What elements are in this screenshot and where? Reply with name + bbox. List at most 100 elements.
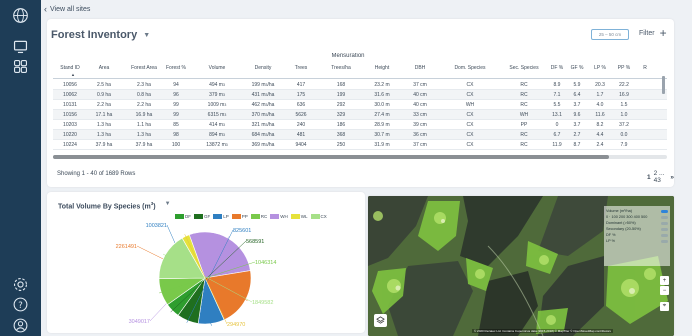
table-cell: 369 m 3/ha	[251, 142, 275, 148]
column-header[interactable]: Height	[365, 59, 399, 79]
map-layer-toggle[interactable]	[661, 233, 668, 237]
filter-label: Filter	[639, 29, 655, 37]
settings-icon[interactable]	[12, 276, 29, 293]
chevron-left-icon: ‹	[44, 4, 47, 14]
table-cell: 13.1	[552, 112, 562, 118]
svg-text:?: ?	[18, 301, 23, 311]
table-cell: 99	[173, 102, 179, 108]
compass-icon[interactable]: ⌖	[660, 302, 669, 311]
table-cell: 240	[296, 122, 306, 128]
table-cell: 175	[296, 92, 306, 98]
column-header[interactable]: Stand ID	[53, 59, 87, 79]
column-header[interactable]: Forest Area	[127, 59, 161, 79]
table-cell: 11.6	[595, 112, 605, 118]
table-cell: 10156	[63, 112, 77, 118]
table-cell: 40 cm	[413, 92, 427, 98]
unit-selector[interactable]: 25 – 50 cm	[591, 29, 629, 40]
column-header[interactable]: Forest %	[161, 59, 191, 79]
zoom-in-button[interactable]: +	[660, 276, 669, 285]
column-header[interactable]: Trees	[285, 59, 317, 79]
table-cell: 7.1	[553, 92, 561, 98]
table-cell: 8.2	[596, 122, 604, 128]
table-cell: 20.3	[595, 82, 605, 88]
filter-button[interactable]: Filter +	[639, 27, 667, 39]
grid-icon[interactable]	[12, 58, 29, 75]
column-header[interactable]: R	[637, 59, 653, 79]
pie-chart: 3049017 2261491 1003821 825601 568591 1046314…	[116, 223, 277, 328]
table-cell: 99	[173, 112, 179, 118]
table-cell: 1.1 ha	[137, 122, 151, 128]
back-link[interactable]: ‹ View all sites	[44, 4, 90, 14]
vertical-scrollbar[interactable]	[662, 76, 665, 94]
table-row[interactable]: 10131 2.2 ha 2.2 ha 99 1009 m 3 462 m 3/ha 636 29…	[53, 100, 667, 110]
map-layer-toggle[interactable]	[661, 227, 668, 231]
table-row[interactable]: 10224 37.9 ha 37.9 ha 100 13872 m 3 369 m 3/ha 9…	[53, 140, 667, 150]
sort-asc-icon[interactable]: ▲	[71, 72, 75, 77]
table-cell: RC	[520, 132, 528, 138]
column-header[interactable]: Sec. Species	[501, 59, 547, 79]
table-cell: 292	[336, 102, 346, 108]
help-icon[interactable]: ?	[12, 296, 29, 313]
globe-icon[interactable]	[12, 7, 29, 24]
table-cell: 39 cm	[413, 122, 427, 128]
table-cell: RC	[520, 102, 528, 108]
table-row[interactable]: 10220 1.3 ha 1.3 ha 98 894 m 3 684 m 3/ha 481 368…	[53, 130, 667, 140]
table-cell: PP	[520, 122, 528, 128]
column-header[interactable]: DBH	[403, 59, 437, 79]
table-cell: 2.2 ha	[97, 102, 111, 108]
map-layer-toggle[interactable]	[661, 215, 668, 219]
table-cell: 1009 m3	[207, 102, 227, 108]
table-cell: 414 m3	[209, 122, 225, 128]
column-header[interactable]: LP %	[589, 59, 611, 79]
page-links[interactable]: 2 ... 43	[654, 170, 668, 184]
table-cell: 94	[173, 82, 179, 88]
column-header[interactable]: Dom. Species	[445, 59, 495, 79]
pie-data-label: 825601	[233, 228, 251, 234]
column-header[interactable]: Trees/ha	[321, 59, 361, 79]
column-header[interactable]: DF %	[547, 59, 567, 79]
map-layer-toggle[interactable]	[661, 221, 668, 225]
zoom-out-button[interactable]: −	[660, 286, 669, 295]
table-cell: 3.7	[573, 102, 581, 108]
column-header[interactable]: Density	[243, 59, 283, 79]
map-layer-label: 0 · 100 200 300 400 500	[606, 215, 648, 219]
column-header[interactable]: GF %	[567, 59, 587, 79]
table-cell: 368	[336, 132, 346, 138]
table-cell: RC	[520, 142, 528, 148]
row-count-text: Showing 1 - 40 of 1689 Rows	[57, 171, 136, 177]
map-layer-row[interactable]: LP %	[606, 238, 668, 244]
column-header[interactable]: PP %	[613, 59, 635, 79]
table-cell: 11.9	[552, 142, 562, 148]
next-page-icon[interactable]: »	[670, 174, 674, 181]
species-chart-card: Total Volume By Species (m3) ▼ DF GF LP PP R…	[47, 192, 365, 333]
table-cell: 17.1 ha	[95, 112, 113, 118]
map-layer-toggle[interactable]	[661, 209, 668, 213]
column-header[interactable]: Volume	[199, 59, 235, 79]
horizontal-scrollbar[interactable]	[53, 155, 609, 159]
monitor-icon[interactable]	[12, 38, 29, 55]
table-cell: 0	[555, 122, 559, 128]
map-view[interactable]: Volume (m³/ha) 0 · 100 200 300 400 500 Dom…	[368, 196, 674, 336]
column-header[interactable]: Area	[87, 59, 121, 79]
user-icon[interactable]	[12, 317, 29, 334]
map-layer-toggle[interactable]	[661, 239, 668, 243]
table-row[interactable]: 10056 2.5 ha 2.3 ha 94 494 m 3 199 m 3/ha 417 168…	[53, 80, 667, 90]
table-cell: 1.7	[596, 92, 604, 98]
table-row[interactable]: 10156 17.1 ha 16.9 ha 99 6315 m 3 370 m 3/ha 562…	[53, 110, 667, 120]
layers-icon[interactable]	[374, 314, 387, 327]
table-cell: 6.4	[573, 92, 581, 98]
table-cell: 4.0	[596, 102, 604, 108]
pie-data-label: 1849582	[252, 300, 273, 306]
table-row[interactable]: 10203 1.3 ha 1.1 ha 85 414 m 3 321 m 3/ha 240 186…	[53, 120, 667, 130]
inventory-table-card: Forest Inventory ▼ 25 – 50 cm Filter + M…	[47, 19, 674, 187]
table-cell: 1.0	[620, 112, 628, 118]
table-cell: 85	[173, 122, 179, 128]
table-cell: 1.5	[620, 102, 628, 108]
table-cell: 27.4 m	[374, 112, 390, 118]
page-current[interactable]: 1	[647, 174, 651, 181]
page-title[interactable]: Forest Inventory ▼	[51, 29, 150, 41]
table-header-row: Stand ID Area Forest Area Forest % Volume Den…	[53, 59, 667, 79]
table-cell: CX	[466, 92, 474, 98]
table-row[interactable]: 10062 0.9 ha 0.8 ha 96 379 m 3 431 m 3/ha 175 199…	[53, 90, 667, 100]
table-cell: CX	[466, 82, 474, 88]
